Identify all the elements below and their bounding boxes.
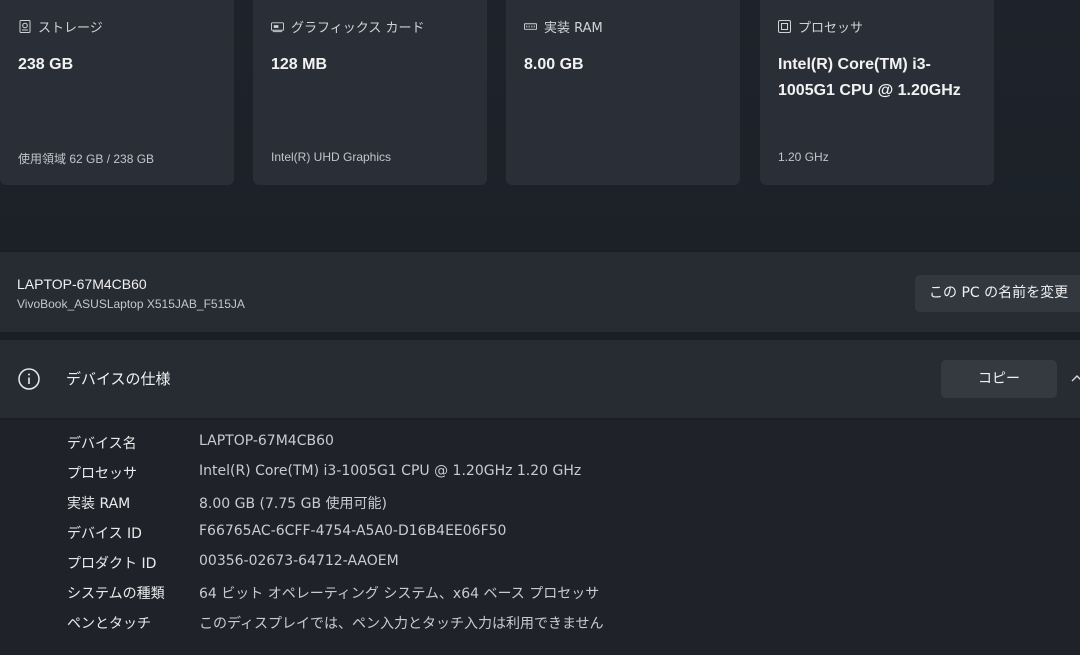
card-processor-value: Intel(R) Core(TM) i3-1005G1 CPU @ 1.20GH… bbox=[778, 56, 961, 99]
copy-button[interactable]: コピー bbox=[941, 360, 1057, 398]
spec-row: プロセッサ Intel(R) Core(TM) i3-1005G1 CPU @ … bbox=[0, 463, 1080, 493]
spec-label: 実装 RAM bbox=[67, 496, 131, 512]
card-processor[interactable]: プロセッサ Intel(R) Core(TM) i3-1005G1 CPU @ … bbox=[760, 0, 994, 185]
spec-value: LAPTOP-67M4CB60 bbox=[199, 433, 334, 449]
pc-name: LAPTOP-67M4CB60 bbox=[17, 276, 147, 292]
spec-row: デバイス名 LAPTOP-67M4CB60 bbox=[0, 433, 1080, 463]
card-storage-header: ストレージ bbox=[18, 17, 103, 36]
pc-model: VivoBook_ASUSLaptop X515JAB_F515JA bbox=[17, 297, 245, 311]
spec-row: ペンとタッチ このディスプレイでは、ペン入力とタッチ入力は利用できません bbox=[0, 613, 1080, 643]
spec-label: プロダクト ID bbox=[67, 556, 157, 572]
spec-label: ペンとタッチ bbox=[67, 616, 151, 632]
chevron-up-icon[interactable] bbox=[1071, 370, 1080, 382]
spec-value: F66765AC-6CFF-4754-A5A0-D16B4EE06F50 bbox=[199, 523, 507, 539]
card-graphics-value: 128 MB bbox=[271, 56, 328, 73]
spec-label: システムの種類 bbox=[67, 586, 165, 602]
graphics-card-icon bbox=[271, 20, 284, 33]
card-ram-value: 8.00 GB bbox=[524, 56, 584, 73]
spec-value: このディスプレイでは、ペン入力とタッチ入力は利用できません bbox=[199, 616, 604, 632]
spec-value: 64 ビット オペレーティング システム、x64 ベース プロセッサ bbox=[199, 586, 600, 602]
card-processor-header: プロセッサ bbox=[778, 17, 863, 36]
spec-value: Intel(R) Core(TM) i3-1005G1 CPU @ 1.20GH… bbox=[199, 463, 582, 479]
system-about-page: ストレージ 238 GB 使用領域 62 GB / 238 GB グラフィックス… bbox=[0, 0, 1080, 655]
pc-name-bar: LAPTOP-67M4CB60 VivoBook_ASUSLaptop X515… bbox=[0, 252, 1080, 332]
card-processor-sub: 1.20 GHz bbox=[778, 150, 829, 164]
storage-icon bbox=[18, 20, 31, 33]
ram-icon bbox=[524, 20, 537, 33]
spec-label: デバイス名 bbox=[67, 436, 137, 452]
rename-pc-button[interactable]: この PC の名前を変更 bbox=[915, 275, 1080, 312]
card-ram-title: 実装 RAM bbox=[544, 21, 603, 36]
card-graphics-header: グラフィックス カード bbox=[271, 17, 424, 36]
info-icon bbox=[18, 368, 40, 390]
device-spec-title: デバイスの仕様 bbox=[66, 370, 171, 388]
spec-value: 8.00 GB (7.75 GB 使用可能) bbox=[199, 496, 387, 512]
device-spec-list: デバイス名 LAPTOP-67M4CB60 プロセッサ Intel(R) Cor… bbox=[0, 420, 1080, 655]
card-storage[interactable]: ストレージ 238 GB 使用領域 62 GB / 238 GB bbox=[0, 0, 234, 185]
spec-row: システムの種類 64 ビット オペレーティング システム、x64 ベース プロセ… bbox=[0, 583, 1080, 613]
card-storage-title: ストレージ bbox=[38, 21, 103, 36]
spec-value: 00356-02673-64712-AAOEM bbox=[199, 553, 399, 569]
card-ram-header: 実装 RAM bbox=[524, 17, 603, 36]
spec-row: デバイス ID F66765AC-6CFF-4754-A5A0-D16B4EE0… bbox=[0, 523, 1080, 553]
device-spec-header[interactable]: デバイスの仕様 コピー bbox=[0, 340, 1080, 418]
card-graphics[interactable]: グラフィックス カード 128 MB Intel(R) UHD Graphics bbox=[253, 0, 487, 185]
card-graphics-title: グラフィックス カード bbox=[291, 21, 425, 36]
card-processor-title: プロセッサ bbox=[798, 21, 864, 36]
card-ram[interactable]: 実装 RAM 8.00 GB bbox=[506, 0, 740, 185]
card-storage-sub: 使用領域 62 GB / 238 GB bbox=[18, 152, 155, 166]
spec-row: プロダクト ID 00356-02673-64712-AAOEM bbox=[0, 553, 1080, 583]
card-graphics-sub: Intel(R) UHD Graphics bbox=[271, 150, 392, 164]
spec-label: プロセッサ bbox=[67, 466, 137, 482]
processor-icon bbox=[778, 20, 791, 33]
spec-cards: ストレージ 238 GB 使用領域 62 GB / 238 GB グラフィックス… bbox=[0, 0, 1080, 190]
card-storage-value: 238 GB bbox=[18, 56, 74, 73]
spec-label: デバイス ID bbox=[67, 526, 142, 542]
spec-row: 実装 RAM 8.00 GB (7.75 GB 使用可能) bbox=[0, 493, 1080, 523]
